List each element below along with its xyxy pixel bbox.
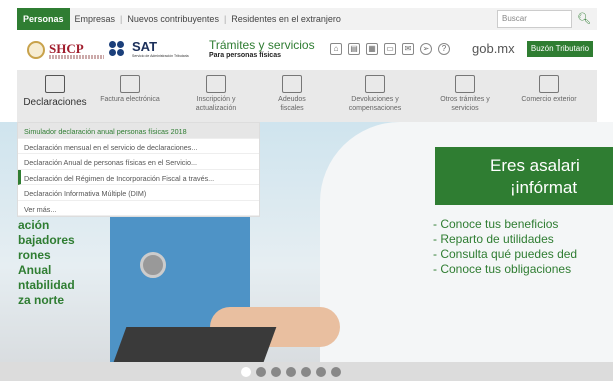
list-item: - Conoce tus obligaciones [433,262,572,276]
nav-item-adeudos[interactable]: Adeudos fiscales [267,70,317,122]
nav-item-factura[interactable]: Factura electrónica [97,70,163,122]
tab-empresas[interactable]: Empresas [70,8,121,30]
carousel-dots [241,367,341,377]
nav-item-declaraciones[interactable]: Declaraciones [17,70,93,122]
carousel-dot[interactable] [301,367,311,377]
calendar-icon[interactable]: ▦ [366,43,378,55]
nav-item-label: Comercio exterior [521,96,577,103]
nav-item-label: Devoluciones y compensaciones [348,96,402,112]
tab-nuevos-contribuyentes[interactable]: Nuevos contribuyentes [122,8,224,30]
list-item: - Reparto de utilidades [433,232,554,246]
dropdown-item-rif[interactable]: Declaración del Régimen de Incorporación… [18,169,259,185]
devoluciones-icon [365,75,385,93]
headline-box: Eres asalari ¡infórmat [435,147,613,205]
page: Personas Empresas | Nuevos contribuyente… [0,0,613,381]
document-icon[interactable]: ▤ [348,43,360,55]
dropdown-item-simulador[interactable]: Simulador declaración anual personas fís… [18,123,259,139]
benefits-list: - Conoce tus beneficios - Reparto de uti… [433,217,577,277]
nav-item-devoluciones[interactable]: Devoluciones y compensaciones [335,70,415,122]
search-icon[interactable]: 🔍︎ [575,10,593,28]
shcp-seal-icon [27,41,45,59]
nav-item-label: Factura electrónica [100,96,160,103]
help-icon[interactable]: ? [438,43,450,55]
tramites-title: Trámites y servicios [209,38,315,52]
list-item: - Consulta qué puedes ded [433,247,578,261]
main-nav: Declaraciones Factura electrónica Inscri… [17,70,597,122]
book-icon[interactable]: ▭ [384,43,396,55]
headline-line2: ¡infórmat [510,178,578,197]
nav-item-label: Inscripción y actualización [195,96,237,112]
stethoscope [140,252,166,278]
previous-slide-text: ación bajadores rones Anual ntabilidad z… [18,218,75,307]
carousel-dot[interactable] [331,367,341,377]
list-item: - Conoce tus beneficios [433,217,559,231]
nav-item-label: Declaraciones [23,97,87,108]
nav-item-label: Otros trámites y servicios [440,96,490,112]
tramites-subtitle: Para personas físicas [209,52,281,59]
home-icon[interactable]: ⌂ [330,43,342,55]
nav-item-inscripcion[interactable]: Inscripción y actualización [177,70,255,122]
sat-dots-icon [109,41,129,57]
dropdown-item-anual[interactable]: Declaración Anual de personas físicas en… [18,154,259,170]
carousel-dot[interactable] [271,367,281,377]
sat-logo[interactable]: SAT Servicio de Administración Tributari… [109,39,204,63]
dropdown-item-dim[interactable]: Declaración Informativa Múltiple (DIM) [18,185,259,201]
carousel-bar [0,362,613,381]
carousel-dot[interactable] [316,367,326,377]
carousel-dot[interactable] [256,367,266,377]
shcp-subtitle [49,55,104,59]
carousel-dot[interactable] [286,367,296,377]
declaraciones-icon [45,75,65,93]
tab-personas[interactable]: Personas [17,8,70,30]
dropdown-item-ver-mas[interactable]: Ver más... [18,201,259,216]
declaraciones-dropdown: Simulador declaración anual personas fís… [17,122,260,217]
sat-logo-text: SAT [132,39,158,54]
nav-item-comercio-exterior[interactable]: Comercio exterior [519,70,579,122]
gobmx-logo[interactable]: gob.mx [472,41,515,56]
tab-residentes-extranjero[interactable]: Residentes en el extranjero [226,8,346,30]
compass-icon[interactable]: ➢ [420,43,432,55]
nav-item-otros-tramites[interactable]: Otros trámites y servicios [429,70,501,122]
mail-icon[interactable]: ✉ [402,43,414,55]
inscripcion-icon [206,75,226,93]
carousel-dot[interactable] [241,367,251,377]
adeudos-icon [282,75,302,93]
tramites-heading: Trámites y servicios Para personas físic… [209,38,315,59]
brand-bar: SHCP SAT Servicio de Administración Trib… [17,33,597,69]
shcp-logo[interactable]: SHCP [27,41,107,61]
headline-line1: Eres asalari [490,156,580,175]
factura-icon [120,75,140,93]
nav-item-label: Adeudos fiscales [278,96,306,112]
dropdown-item-mensual[interactable]: Declaración mensual en el servicio de de… [18,139,259,154]
laptop [113,327,277,362]
buzon-tributario-button[interactable]: Buzón Tributario [527,41,593,57]
search-input[interactable]: Buscar [497,10,572,28]
quick-links: ⌂ ▤ ▦ ▭ ✉ ➢ ? [330,43,450,55]
otros-tramites-icon [455,75,475,93]
sat-subtitle: Servicio de Administración Tributaria [132,54,189,58]
comercio-exterior-icon [539,75,559,93]
